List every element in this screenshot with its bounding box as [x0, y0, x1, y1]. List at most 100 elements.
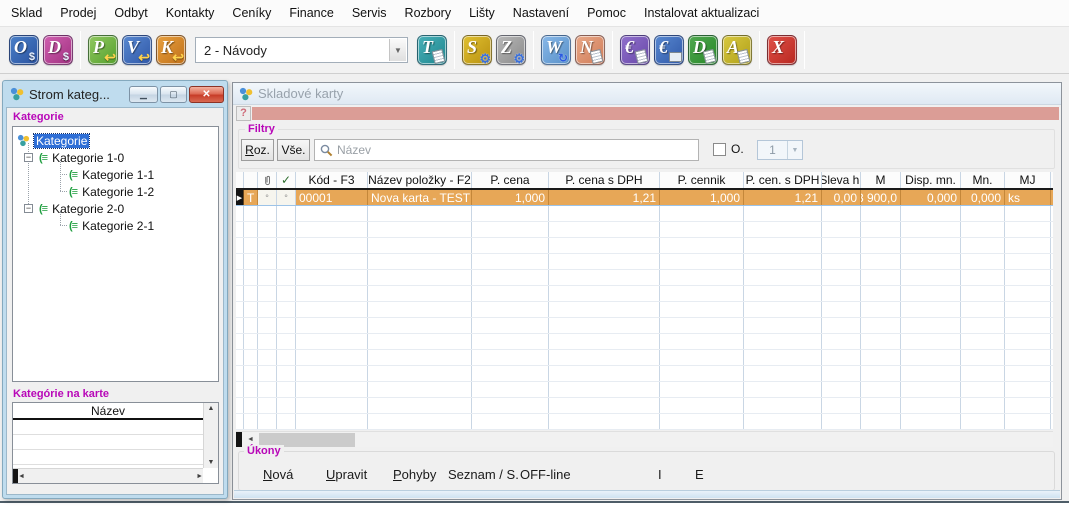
menu-item-cen-ky[interactable]: Ceníky	[223, 0, 280, 26]
tree-item-kategorie-2-1[interactable]: (≡Kategorie 2-1	[69, 217, 154, 234]
close-button[interactable]: ✕	[189, 86, 224, 103]
action-button-i[interactable]: I	[658, 467, 662, 485]
action-button-off-line[interactable]: OFF-line	[520, 467, 571, 485]
minimize-button[interactable]: ▁	[129, 86, 158, 103]
agenda-icon[interactable]: A	[722, 35, 752, 65]
check-icon[interactable]: ✓	[277, 172, 296, 188]
docked-strip	[252, 107, 1059, 120]
objednavky-icon[interactable]: O$	[9, 35, 39, 65]
column-header-m[interactable]: M	[861, 172, 901, 188]
kategorie-na-karte-label: Kategórie na karte	[13, 388, 109, 400]
search-input[interactable]	[337, 141, 695, 159]
filter-button-roz[interactable]: Roz.	[241, 139, 274, 161]
menu-item-nastaven[interactable]: Nastavení	[504, 0, 578, 26]
action-button-seznam-s[interactable]: Seznam / S.	[448, 467, 519, 485]
left-window-body: Kategorie Kategorie−(≡Kategorie 1-0(≡Kat…	[6, 107, 224, 495]
menu-item-pomoc[interactable]: Pomoc	[578, 0, 635, 26]
maximize-button[interactable]: ▢	[160, 86, 187, 103]
column-header-n-zev-polo-ky-f2[interactable]: Název položky - F2	[368, 172, 472, 188]
receipt-overlay-icon	[737, 49, 751, 64]
main-window-title: Skladové karty	[258, 86, 343, 101]
receipt-overlay-icon	[432, 49, 446, 64]
column-header-sleva-h[interactable]: Sleva h.	[822, 172, 861, 188]
toolbar-separator	[80, 31, 81, 69]
sestavy-icon[interactable]: S⚙	[462, 35, 492, 65]
tree-collapse-icon[interactable]: −	[24, 204, 33, 213]
splitter-handle[interactable]	[236, 432, 242, 447]
main-window-titlebar[interactable]: Skladové karty	[233, 83, 1061, 105]
column-header-k-d-f3[interactable]: Kód - F3	[296, 172, 368, 188]
o-checkbox[interactable]	[713, 143, 726, 156]
table-row-empty	[236, 238, 1053, 254]
euro-terminal-icon[interactable]: €	[654, 35, 684, 65]
tisk-icon[interactable]: T	[417, 35, 447, 65]
scroll-right-icon[interactable]: ►	[196, 473, 203, 480]
list-column-header[interactable]: Název	[13, 403, 203, 420]
dollar-overlay-icon: $	[29, 52, 35, 63]
window-bottom-edge	[0, 501, 1069, 503]
tree-item-kategorie-1-2[interactable]: (≡Kategorie 1-2	[69, 183, 154, 200]
column-header-mj[interactable]: MJ	[1005, 172, 1051, 188]
paperclip-icon[interactable]	[258, 172, 277, 188]
doklady-icon[interactable]: D	[688, 35, 718, 65]
zpracovani-icon[interactable]: Z⚙	[496, 35, 526, 65]
column-header-disp-mn[interactable]: Disp. mn.	[901, 172, 961, 188]
column-header-p-cena[interactable]: P. cena	[472, 172, 549, 188]
euro-doklad-icon[interactable]: €	[620, 35, 650, 65]
scroll-up-icon[interactable]: ▲	[208, 405, 215, 412]
tree-item-kategorie-1-0[interactable]: (≡Kategorie 1-0	[39, 149, 124, 166]
prijemky-icon[interactable]: P↩	[88, 35, 118, 65]
stock-cards-grid: ✓Kód - F3Název položky - F2P. cenaP. cen…	[236, 172, 1053, 430]
table-row-selected[interactable]: ▶T°°00001Nova karta - TEST1,0001,211,000…	[236, 190, 1053, 206]
tree-collapse-icon[interactable]: −	[24, 153, 33, 162]
web-sync-icon[interactable]: W↻	[541, 35, 571, 65]
table-row-empty	[236, 382, 1053, 398]
tree-root-kategorie[interactable]: Kategorie	[17, 132, 89, 149]
tree-item-kategorie-1-1[interactable]: (≡Kategorie 1-1	[69, 166, 154, 183]
scroll-left-icon[interactable]: ◄	[247, 436, 254, 443]
toolbar-separator	[612, 31, 613, 69]
cell: ks	[1005, 190, 1051, 205]
menu-item-odbyt[interactable]: Odbyt	[105, 0, 156, 26]
zavrit-icon[interactable]: X	[767, 35, 797, 65]
korekce-icon[interactable]: K↩	[156, 35, 186, 65]
menu-item-sklad[interactable]: Sklad	[2, 0, 51, 26]
scroll-left-icon[interactable]: ◄	[18, 473, 25, 480]
column-header-0[interactable]	[236, 172, 244, 188]
filters-group-label: Filtry	[245, 123, 278, 135]
dodaci-listy-icon[interactable]: D$	[43, 35, 73, 65]
tree-item-label: Kategorie 2-1	[82, 219, 154, 233]
menu-item-rozbory[interactable]: Rozbory	[396, 0, 461, 26]
grid-horizontal-scrollbar[interactable]: ◄	[236, 431, 1053, 447]
action-button-pohyby[interactable]: Pohyby	[393, 467, 436, 485]
menu-item-prodej[interactable]: Prodej	[51, 0, 105, 26]
category-combobox[interactable]: 2 - Návody▼	[195, 37, 408, 63]
menu-item-finance[interactable]: Finance	[280, 0, 342, 26]
tree-selected-label: Kategorie	[34, 134, 89, 148]
column-header-1[interactable]	[244, 172, 258, 188]
left-window-titlebar[interactable]: Strom kateg... ▁ ▢ ✕	[3, 81, 227, 105]
column-header-p-cen-s-dph[interactable]: P. cen. s DPH	[744, 172, 822, 188]
menu-item-li-ty[interactable]: Lišty	[460, 0, 504, 26]
menu-item-servis[interactable]: Servis	[343, 0, 396, 26]
scroll-down-icon[interactable]: ▼	[208, 459, 215, 466]
list-vertical-scrollbar[interactable]: ▲ ▼	[203, 403, 218, 468]
action-button-nov[interactable]: Nová	[263, 467, 293, 485]
poznamky-icon[interactable]: N	[575, 35, 605, 65]
action-button-e[interactable]: E	[695, 467, 704, 485]
action-button-upravit[interactable]: Upravit	[326, 467, 367, 485]
menu-item-kontakty[interactable]: Kontakty	[157, 0, 224, 26]
column-header-mn[interactable]: Mn.	[961, 172, 1005, 188]
column-header-p-cena-s-dph[interactable]: P. cena s DPH	[549, 172, 660, 188]
table-row-empty	[236, 286, 1053, 302]
tree-item-kategorie-2-0[interactable]: (≡Kategorie 2-0	[39, 200, 124, 217]
page-combobox[interactable]: 1 ▼	[757, 140, 803, 160]
list-horizontal-scrollbar[interactable]: ◄ ►	[13, 468, 203, 483]
column-header-p-cennik[interactable]: P. cennik	[660, 172, 744, 188]
kategorie-section-label: Kategorie	[13, 111, 64, 123]
cell: 1,000	[472, 190, 549, 205]
vydejky-icon[interactable]: V↩	[122, 35, 152, 65]
menu-item-instalovat-aktualizaci[interactable]: Instalovat aktualizaci	[635, 0, 768, 26]
help-button[interactable]: ?	[236, 106, 251, 121]
filter-button-v-e[interactable]: Vše.	[277, 139, 310, 161]
